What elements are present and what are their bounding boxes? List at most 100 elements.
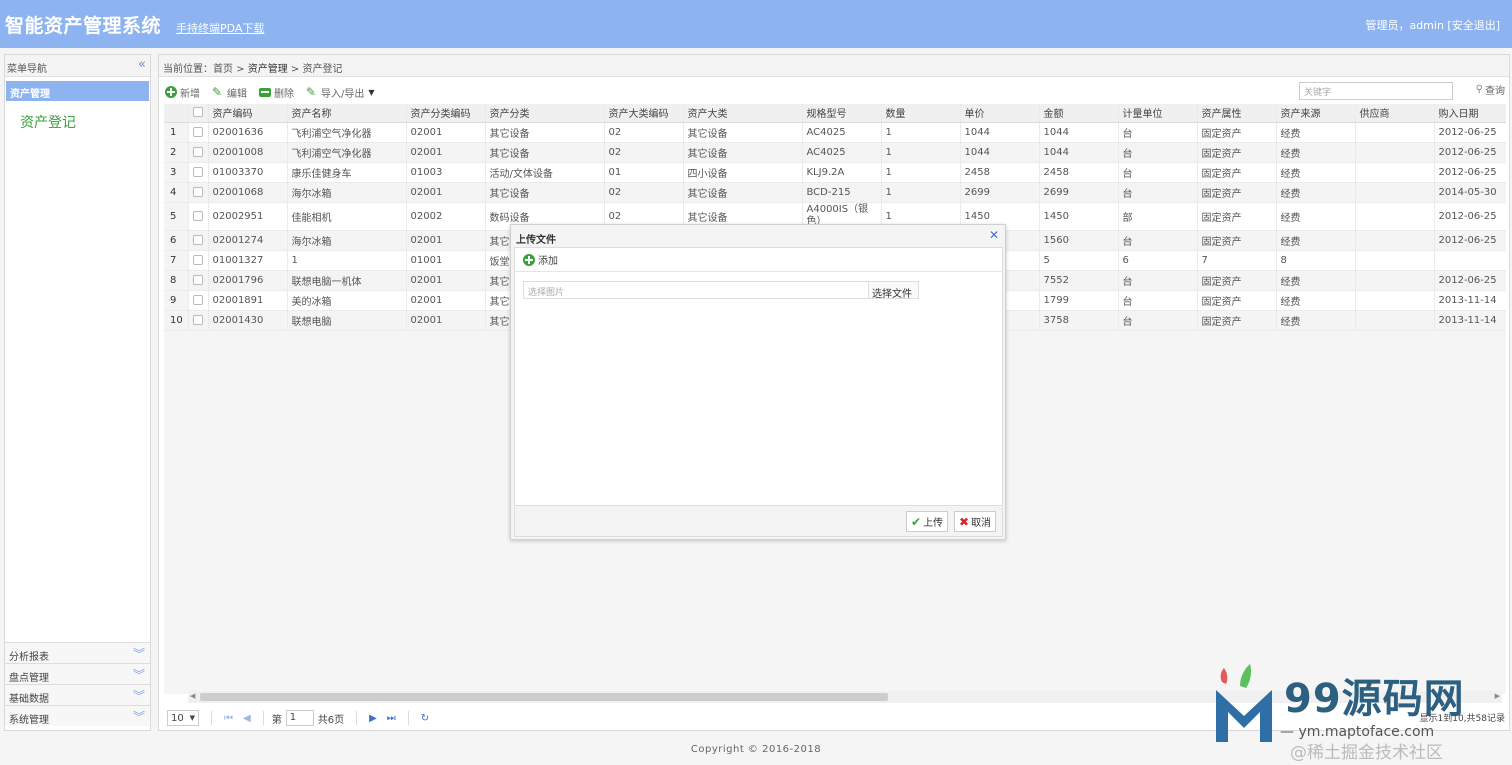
page-size-select[interactable]: 10 ▼: [167, 710, 199, 726]
first-page-icon[interactable]: ⏮: [224, 713, 233, 724]
column-header[interactable]: 供应商: [1355, 104, 1435, 123]
checkbox[interactable]: [192, 234, 203, 245]
page-number-input[interactable]: 1: [285, 710, 314, 726]
close-icon[interactable]: ✕: [989, 228, 999, 242]
table-cell: 经费: [1276, 230, 1356, 251]
delete-button[interactable]: 删除: [259, 85, 294, 100]
row-checkbox-cell[interactable]: [188, 250, 209, 271]
table-row[interactable]: 4 02001068 海尔冰箱 02001 其它设备 02 其它设备 BCD-215 1 2699…: [164, 182, 1506, 203]
table-cell: 02: [604, 182, 684, 203]
table-cell: 其它设备: [683, 182, 803, 203]
upload-button[interactable]: ✔ 上传: [906, 511, 949, 532]
table-cell: 经费: [1276, 162, 1356, 183]
table-cell: 经费: [1276, 122, 1356, 143]
dialog-add-label: 添加: [538, 256, 558, 267]
file-path-input[interactable]: 选择图片: [523, 281, 869, 299]
checkbox[interactable]: [192, 107, 203, 118]
checkbox[interactable]: [192, 186, 203, 197]
row-checkbox-cell[interactable]: [188, 122, 209, 143]
checkbox[interactable]: [192, 294, 203, 305]
import-export-button[interactable]: ✎ 导入/导出 ▼: [306, 85, 375, 100]
double-chevron-left-icon[interactable]: «: [138, 57, 146, 72]
column-header[interactable]: 资产名称: [287, 104, 407, 123]
column-header[interactable]: 资产分类: [485, 104, 605, 123]
search-button[interactable]: ⚲ 查询: [1476, 82, 1505, 97]
column-header[interactable]: 资产分类编码: [406, 104, 486, 123]
table-cell: 5: [1039, 250, 1119, 271]
last-page-icon[interactable]: ⏭: [387, 713, 396, 724]
checkbox[interactable]: [192, 314, 203, 325]
table-cell: 01001: [406, 250, 486, 271]
row-checkbox-cell[interactable]: [188, 142, 209, 163]
table-cell: 02001068: [208, 182, 288, 203]
refresh-icon[interactable]: ↻: [421, 713, 429, 724]
add-button[interactable]: 新增: [165, 85, 200, 100]
table-cell: 活动/文体设备: [485, 162, 605, 183]
table-row[interactable]: 3 01003370 康乐佳健身车 01003 活动/文体设备 01 四小设备 KLJ9.2A…: [164, 162, 1506, 183]
checkbox[interactable]: [192, 274, 203, 285]
table-cell: 2458: [1039, 162, 1119, 183]
column-header[interactable]: 计量单位: [1118, 104, 1198, 123]
row-checkbox-cell[interactable]: [188, 202, 209, 231]
top-header: 智能资产管理系统 手持终端PDA下载 管理员，admin [安全退出]: [0, 0, 1512, 48]
pda-download-link[interactable]: 手持终端PDA下载: [176, 20, 264, 36]
table-row[interactable]: 1 02001636 飞利浦空气净化器 02001 其它设备 02 其它设备 AC4025 1 1…: [164, 122, 1506, 143]
row-number: 8: [164, 270, 189, 291]
sidebar-section-reports[interactable]: 分析报表 ︾: [5, 642, 150, 663]
caret-down-icon: ▼: [189, 714, 195, 722]
table-cell: 7: [1197, 250, 1277, 271]
column-header[interactable]: 数量: [881, 104, 961, 123]
sidebar-group-asset-management[interactable]: 资产管理: [6, 81, 149, 101]
row-checkbox-cell[interactable]: [188, 290, 209, 311]
table-cell: 2458: [960, 162, 1040, 183]
column-header[interactable]: 购入日期: [1434, 104, 1506, 123]
prev-page-icon[interactable]: ◀: [243, 713, 251, 724]
double-chevron-down-icon: ︾: [132, 710, 145, 724]
scrollbar-thumb[interactable]: [200, 693, 888, 701]
choose-file-button[interactable]: 选择文件: [869, 281, 919, 300]
checkbox[interactable]: [192, 210, 203, 221]
app-title: 智能资产管理系统: [5, 15, 162, 37]
breadcrumb-level1[interactable]: 资产管理: [248, 64, 288, 75]
column-header[interactable]: 单价: [960, 104, 1040, 123]
row-checkbox-cell[interactable]: [188, 270, 209, 291]
column-header[interactable]: 资产来源: [1276, 104, 1356, 123]
column-header[interactable]: 资产属性: [1197, 104, 1277, 123]
row-checkbox-cell[interactable]: [188, 310, 209, 331]
breadcrumb-level2: 资产登记: [302, 64, 343, 75]
user-info[interactable]: 管理员，admin [安全退出]: [1365, 17, 1500, 33]
checkbox[interactable]: [192, 254, 203, 265]
breadcrumb-home[interactable]: 首页: [213, 64, 233, 75]
checkbox[interactable]: [192, 126, 203, 137]
column-header[interactable]: 资产大类: [683, 104, 803, 123]
column-header[interactable]: 资产编码: [208, 104, 288, 123]
next-page-icon[interactable]: ▶: [369, 713, 377, 724]
checkbox[interactable]: [192, 166, 203, 177]
sidebar-section-system[interactable]: 系统管理 ︾: [5, 705, 150, 726]
table-cell: 1560: [1039, 230, 1119, 251]
table-cell: 经费: [1276, 290, 1356, 311]
table-cell: 部: [1118, 202, 1198, 231]
checkbox[interactable]: [192, 146, 203, 157]
sidebar-section-basic-data[interactable]: 基础数据 ︾: [5, 684, 150, 705]
dialog-add-button[interactable]: 添加: [515, 248, 1002, 272]
select-all-checkbox[interactable]: [188, 104, 209, 123]
sidebar-section-inventory[interactable]: 盘点管理 ︾: [5, 663, 150, 684]
scroll-left-icon[interactable]: ◀: [190, 692, 195, 700]
cancel-button[interactable]: ✖ 取消: [954, 511, 997, 532]
table-cell: 02001796: [208, 270, 288, 291]
table-cell: 2013-11-14: [1434, 290, 1506, 311]
search-input[interactable]: 关键字: [1299, 82, 1453, 100]
row-checkbox-cell[interactable]: [188, 162, 209, 183]
table-row[interactable]: 2 02001008 飞利浦空气净化器 02001 其它设备 02 其它设备 AC4025 1 1…: [164, 142, 1506, 163]
column-header[interactable]: 资产大类编码: [604, 104, 684, 123]
column-header[interactable]: 规格型号: [802, 104, 882, 123]
column-header[interactable]: 金额: [1039, 104, 1119, 123]
row-checkbox-cell[interactable]: [188, 182, 209, 203]
row-checkbox-cell[interactable]: [188, 230, 209, 251]
edit-button[interactable]: ✎ 编辑: [212, 85, 247, 100]
table-cell: 02002: [406, 202, 486, 231]
sidebar-item-asset-register[interactable]: 资产登记: [20, 112, 76, 132]
upload-label: 上传: [923, 518, 944, 529]
table-cell: 7552: [1039, 270, 1119, 291]
